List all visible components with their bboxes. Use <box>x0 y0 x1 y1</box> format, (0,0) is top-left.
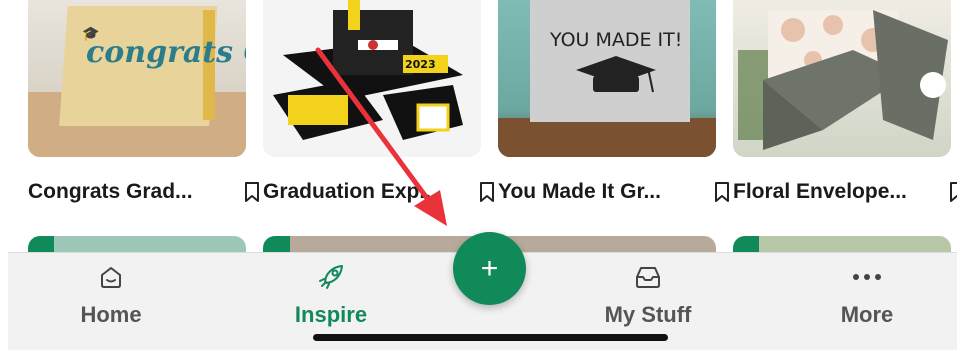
tab-label: Home <box>80 302 142 327</box>
card-art: 🎓 congrats GRAD! <box>28 6 246 157</box>
card-art: YOU MADE IT! <box>498 0 716 157</box>
card-art-text: congrats GRAD! <box>86 35 246 70</box>
card-thumbnail[interactable] <box>733 0 951 157</box>
card-title[interactable]: Congrats Grad... <box>28 180 224 204</box>
bookmark-icon[interactable] <box>945 180 957 204</box>
tab-label: Inspire <box>294 302 368 327</box>
bookmark-icon[interactable] <box>240 180 264 204</box>
card-title[interactable]: Graduation Exp... <box>263 180 459 204</box>
rocket-icon <box>256 263 406 291</box>
create-fab-button[interactable]: + <box>453 232 526 305</box>
plus-icon: + <box>480 251 499 285</box>
tab-label: My Stuff <box>604 302 692 327</box>
bookmark-icon[interactable] <box>475 180 499 204</box>
tab-my-stuff[interactable]: My Stuff <box>573 263 723 328</box>
more-dots-icon <box>792 263 942 291</box>
tab-more[interactable]: More <box>792 263 942 328</box>
card-thumbnail[interactable]: 🎓 congrats GRAD! <box>28 0 246 157</box>
card-title[interactable]: You Made It Gr... <box>498 180 694 204</box>
card-art <box>738 10 948 150</box>
bookmark-icon[interactable] <box>710 180 734 204</box>
card-title[interactable]: Floral Envelope... <box>733 180 929 204</box>
home-icon <box>36 263 186 291</box>
tab-inspire[interactable]: Inspire <box>256 263 406 328</box>
card-art: 2023 <box>273 0 463 140</box>
card-thumbnail[interactable]: YOU MADE IT! <box>498 0 716 157</box>
card-art-text: YOU MADE IT! <box>549 29 682 51</box>
card-art-text: 2023 <box>405 58 436 71</box>
card-thumbnail[interactable]: 2023 <box>263 0 481 157</box>
home-indicator <box>313 334 668 341</box>
inbox-icon <box>573 263 723 291</box>
tab-label: More <box>840 302 894 327</box>
tab-home[interactable]: Home <box>36 263 186 328</box>
